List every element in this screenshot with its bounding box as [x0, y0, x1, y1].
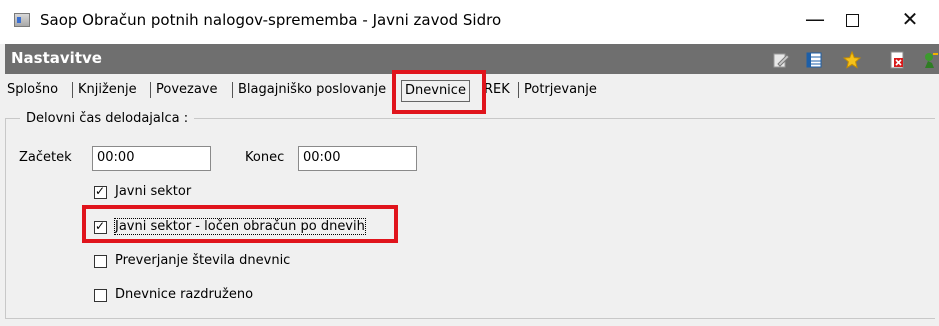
tab-rek[interactable]: REK [484, 82, 510, 97]
start-label: Začetek [19, 150, 72, 165]
tab-separator [72, 82, 73, 98]
exit-icon[interactable] [921, 51, 939, 69]
end-time-input[interactable]: 00:00 [298, 146, 417, 171]
checkbox-highlight-frame [82, 205, 398, 243]
checkbox-label: Preverjanje števila dnevnic [115, 253, 291, 268]
header-title: Nastavitve [11, 49, 102, 67]
close-button[interactable]: ✕ [887, 4, 933, 36]
table-icon[interactable] [805, 51, 823, 69]
group-title: Delovni čas delodajalca : [20, 111, 195, 126]
app-icon [14, 13, 30, 27]
group-border [5, 318, 935, 319]
window-title: Saop Obračun potnih nalogov-sprememba - … [40, 11, 502, 29]
star-icon[interactable] [843, 51, 861, 69]
tab-separator [232, 82, 233, 98]
end-label: Konec [245, 150, 285, 165]
window: Saop Obračun potnih nalogov-sprememba - … [0, 0, 939, 326]
tab-blagajnisko-poslovanje[interactable]: Blagajniško poslovanje [238, 82, 386, 97]
tab-potrjevanje[interactable]: Potrjevanje [524, 82, 597, 97]
title-bar: Saop Obračun potnih nalogov-sprememba - … [0, 0, 939, 44]
tab-separator [518, 82, 519, 98]
edit-icon[interactable] [772, 51, 790, 69]
checkbox-label: Javni sektor [115, 184, 192, 199]
delete-icon[interactable] [888, 51, 906, 69]
start-time-input[interactable]: 00:00 [92, 146, 211, 171]
checkbox-label: Dnevnice razdruženo [115, 287, 254, 302]
tab-knjizenje[interactable]: Knjiženje [78, 82, 137, 97]
checkbox-box[interactable] [94, 255, 107, 268]
checkbox-box[interactable] [94, 289, 107, 302]
tab-separator [150, 82, 151, 98]
maximize-button[interactable] [829, 4, 875, 36]
checkbox-box[interactable] [94, 184, 107, 199]
tab-highlight-frame [392, 70, 486, 114]
maximize-icon [845, 14, 859, 27]
tab-povezave[interactable]: Povezave [156, 82, 218, 97]
tab-splosno[interactable]: Splošno [7, 82, 58, 97]
group-border [5, 118, 6, 318]
